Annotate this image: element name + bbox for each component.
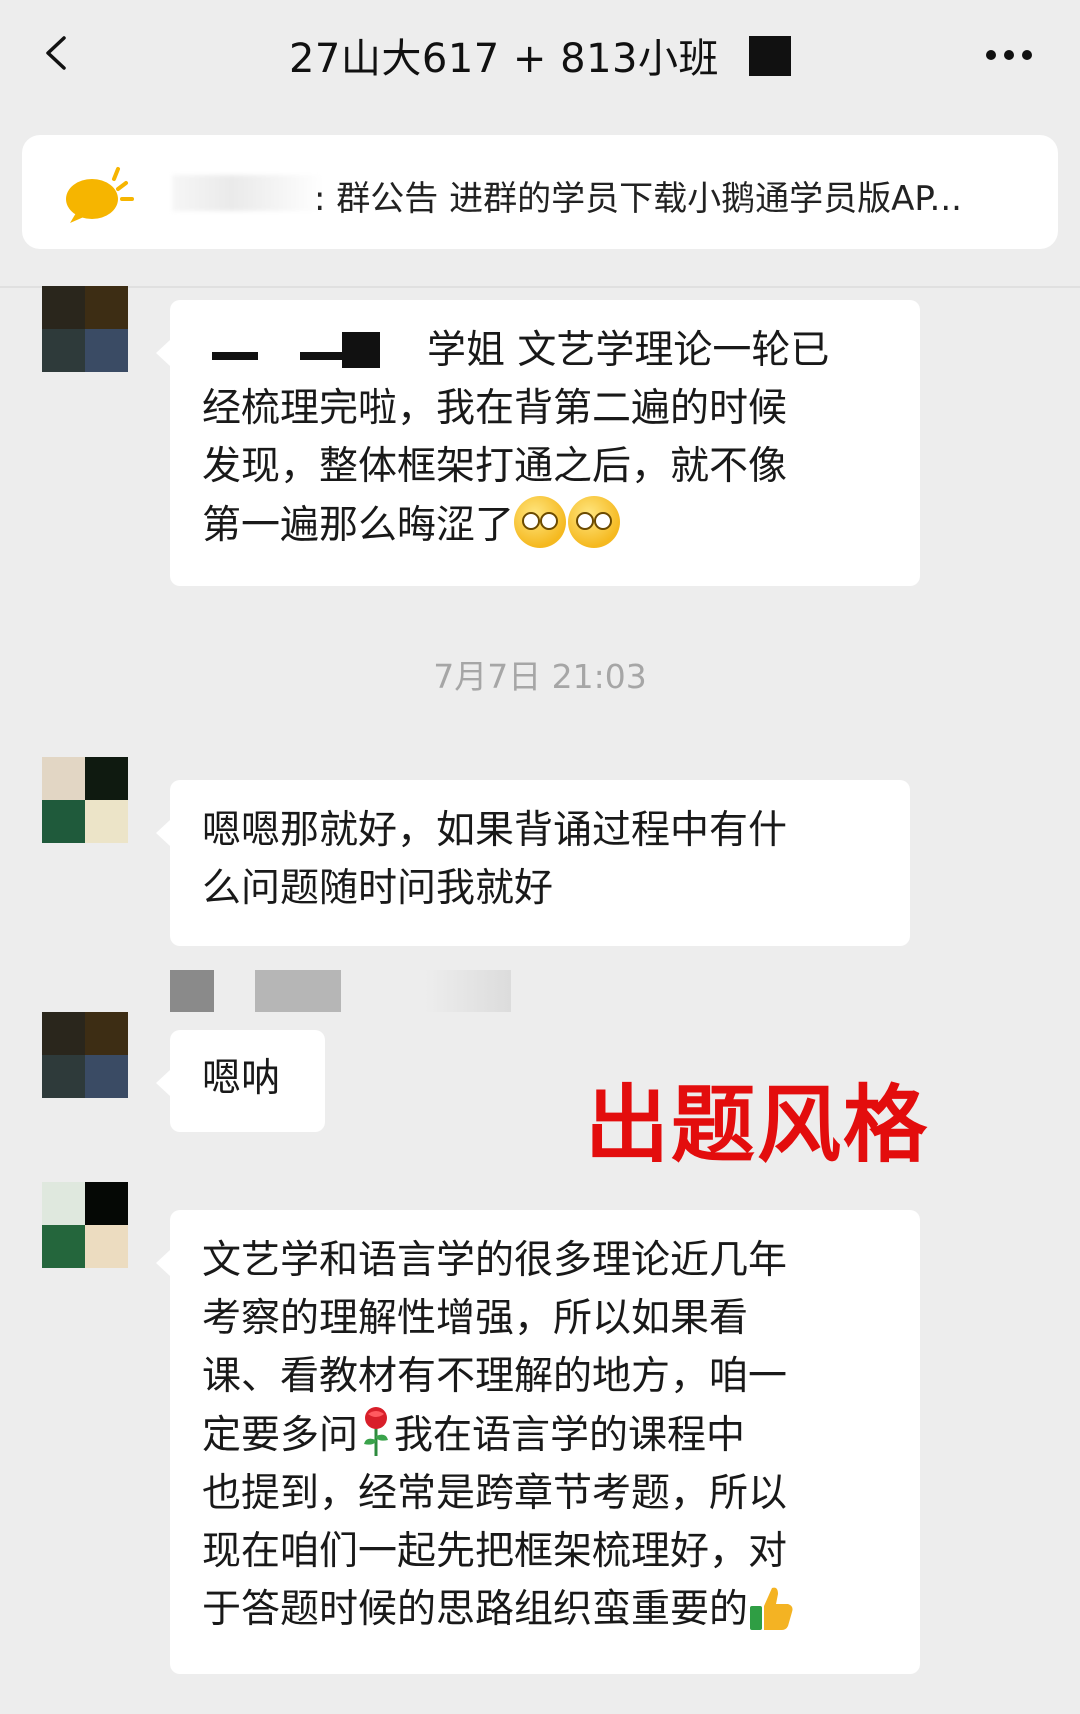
sender-name-redaction: [255, 970, 341, 1012]
top-bar: 27山大617 + 813小班: [0, 0, 1080, 110]
title-redaction: [749, 36, 792, 76]
more-dots-icon[interactable]: [985, 48, 1033, 62]
sender-name-redaction: [425, 970, 511, 1012]
overlay-label: 出题风格: [585, 1076, 930, 1174]
group-notice-banner[interactable]: : 群公告 进群的学员下载小鹅通学员版AP...: [22, 135, 1058, 249]
avatar[interactable]: [42, 1012, 128, 1098]
notice-sender-redaction: [172, 175, 322, 211]
rose-emoji: [364, 1407, 389, 1456]
notice-text: : 群公告 进群的学员下载小鹅通学员版AP...: [314, 179, 962, 219]
redaction: [212, 352, 258, 360]
message-text: 嗯嗯那就好，如果背诵过程中有什 么问题随时问我就好: [202, 808, 788, 911]
announcement-speaker-icon: [66, 167, 134, 223]
sender-name-redaction: [170, 970, 214, 1012]
thumbs-up-emoji: [750, 1587, 793, 1630]
divider: [0, 286, 1080, 288]
timestamp: 7月7日 21:03: [433, 657, 647, 696]
chat-title-text: 27山大617 + 813小班: [288, 36, 720, 82]
message-text: 文艺学和语言学的很多理论近几年 考察的理解性增强，所以如果看 课、看教材有不理解…: [202, 1232, 890, 1639]
message-bubble[interactable]: 嗯嗯那就好，如果背诵过程中有什 么问题随时问我就好: [156, 780, 910, 946]
avatar[interactable]: [42, 1182, 128, 1268]
message-text: 嗯呐: [202, 1056, 281, 1101]
message-bubble[interactable]: 文艺学和语言学的很多理论近几年 考察的理解性增强，所以如果看 课、看教材有不理解…: [156, 1210, 920, 1674]
message-bubble[interactable]: 嗯呐: [156, 1030, 325, 1132]
face-with-monocle-emoji: [514, 496, 567, 548]
redaction: [300, 352, 346, 360]
avatar[interactable]: [42, 757, 128, 843]
avatar[interactable]: [42, 286, 128, 372]
chat-title: 27山大617 + 813小班: [0, 26, 1080, 84]
redaction: [342, 332, 380, 368]
face-with-monocle-emoji: [568, 496, 621, 548]
message-bubble[interactable]: 学姐 文艺学理论一轮已 经梳理完啦，我在背第二遍的时候 发现，整体框架打通之后，…: [156, 300, 920, 586]
